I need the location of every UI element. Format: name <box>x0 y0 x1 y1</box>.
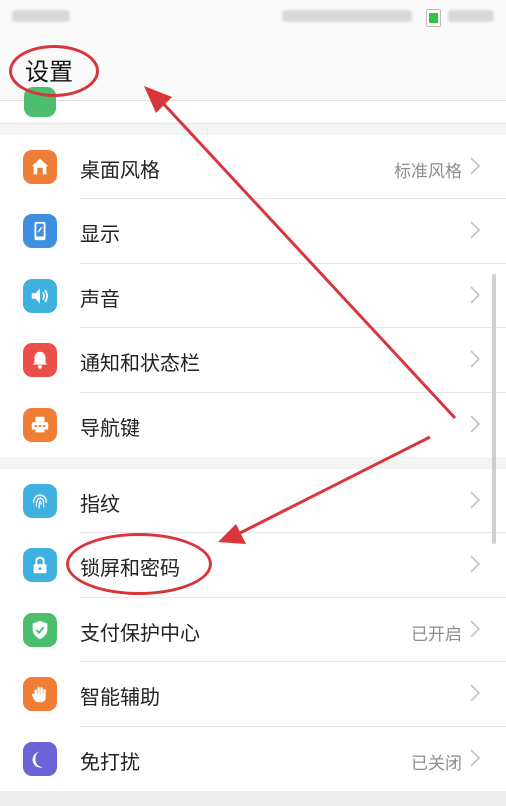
status-bar <box>0 0 506 34</box>
setting-row-do-not-disturb[interactable]: 免打扰 已关闭 <box>0 727 506 791</box>
home-icon <box>23 150 57 184</box>
chevron-right-icon <box>470 157 480 175</box>
setting-label: 通知和状态栏 <box>80 351 200 376</box>
lock-row-highlight-circle <box>66 533 212 595</box>
setting-label: 桌面风格 <box>80 158 160 182</box>
setting-label: 声音 <box>80 286 120 311</box>
setting-value: 标准风格 <box>394 162 462 182</box>
bell-icon <box>23 343 57 378</box>
chevron-right-icon <box>470 350 480 368</box>
hand-icon <box>23 677 57 712</box>
setting-label: 免打扰 <box>80 749 140 774</box>
chevron-right-icon <box>470 748 480 767</box>
title-highlight-circle <box>9 45 99 97</box>
shield-check-icon <box>23 612 57 647</box>
time-blur <box>448 10 494 22</box>
setting-row-navigation-keys[interactable]: 导航键 <box>0 393 506 457</box>
fingerprint-icon <box>23 484 57 518</box>
navigation-keys-icon <box>23 407 57 442</box>
lock-icon <box>23 548 57 583</box>
settings-group-display: 桌面风格 标准风格 显示 声音 通知和状态栏 导航键 <box>0 135 506 457</box>
setting-label: 智能辅助 <box>80 685 160 710</box>
setting-label: 指纹 <box>80 492 120 516</box>
chevron-right-icon <box>470 620 480 638</box>
phone-display-icon <box>23 214 57 249</box>
chevron-right-icon <box>470 286 480 304</box>
setting-row-desktop-style[interactable]: 桌面风格 标准风格 <box>0 135 506 200</box>
setting-label: 导航键 <box>80 415 140 440</box>
setting-value: 已开启 <box>411 624 462 645</box>
carrier-blur <box>12 10 70 22</box>
battery-icon <box>426 9 441 27</box>
settings-group-security: 指纹 锁屏和密码 支付保护中心 已开启 智能辅助 免打扰 已关闭 <box>0 469 506 791</box>
setting-row-smart-assist[interactable]: 智能辅助 <box>0 662 506 727</box>
moon-icon <box>23 741 57 776</box>
bottom-spacer <box>0 791 506 806</box>
setting-label: 显示 <box>80 222 120 247</box>
partial-list-item[interactable] <box>0 87 506 124</box>
chevron-right-icon <box>470 491 480 509</box>
setting-row-payment-protection[interactable]: 支付保护中心 已开启 <box>0 598 506 663</box>
chevron-right-icon <box>470 555 480 573</box>
chevron-right-icon <box>470 684 480 702</box>
setting-row-sound[interactable]: 声音 <box>0 264 506 329</box>
scrollbar[interactable] <box>492 274 496 544</box>
setting-row-fingerprint[interactable]: 指纹 <box>0 469 506 534</box>
setting-value: 已关闭 <box>411 753 462 774</box>
setting-row-notifications[interactable]: 通知和状态栏 <box>0 328 506 393</box>
setting-row-display[interactable]: 显示 <box>0 199 506 264</box>
status-icons-blur <box>282 10 412 22</box>
setting-label: 支付保护中心 <box>80 620 200 645</box>
chevron-right-icon <box>470 414 480 433</box>
speaker-icon <box>23 278 57 313</box>
chevron-right-icon <box>470 221 480 239</box>
